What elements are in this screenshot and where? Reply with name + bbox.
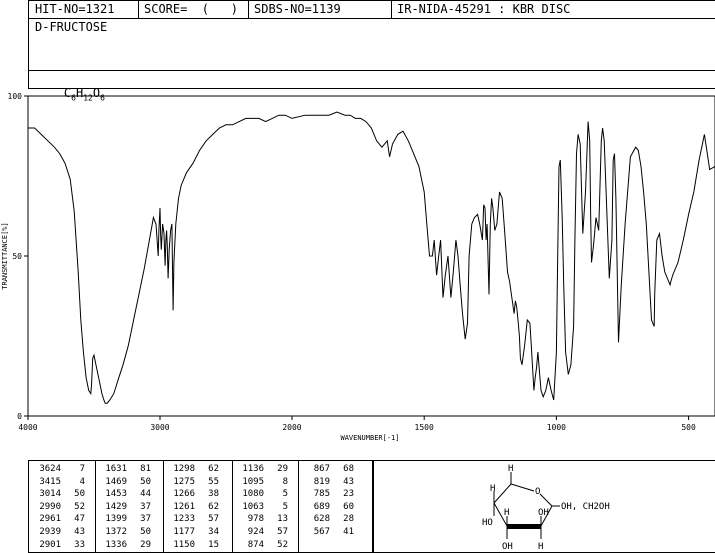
peak-transmittance: 37	[140, 501, 151, 512]
table-column-divider	[95, 461, 96, 552]
y-tick-label: 50	[12, 252, 22, 261]
peak-transmittance: 4	[79, 476, 85, 487]
peak-wavenumber: 3014	[39, 489, 61, 500]
peak-wavenumber: 874	[247, 539, 264, 550]
peak-transmittance: 34	[208, 527, 219, 537]
peak-wavenumber: 567	[313, 527, 330, 537]
peak-transmittance: 52	[277, 539, 288, 550]
peak-transmittance: 33	[74, 539, 85, 550]
peak-wavenumber: 1095	[242, 476, 264, 487]
substituent-label: OH, CH2OH	[561, 502, 610, 512]
peak-wavenumber: 1150	[173, 539, 195, 550]
peak-transmittance: 43	[74, 527, 85, 537]
peak-transmittance: 57	[208, 514, 219, 525]
peak-wavenumber: 1298	[173, 464, 195, 474]
y-tick-label: 100	[8, 92, 23, 101]
peak-transmittance: 60	[343, 501, 354, 512]
peak-transmittance: 5	[282, 501, 288, 512]
peak-wavenumber: 1266	[173, 489, 195, 500]
ring-bold-bond	[507, 524, 541, 529]
peak-transmittance: 8	[282, 476, 288, 487]
peak-transmittance: 29	[140, 539, 151, 550]
peak-wavenumber: 2990	[39, 501, 61, 512]
peak-transmittance: 47	[74, 514, 85, 525]
peak-wavenumber: 1336	[105, 539, 127, 550]
structure-box: H O OH, CH2OH H HO H OH OH H	[373, 460, 715, 553]
peak-wavenumber: 1275	[173, 476, 195, 487]
peak-transmittance: 7	[79, 464, 85, 474]
peak-transmittance: 50	[140, 476, 151, 487]
peak-wavenumber: 1233	[173, 514, 195, 525]
spectrum-line	[28, 111, 715, 404]
peak-wavenumber: 785	[313, 489, 330, 500]
peak-table: 3624 7 3415 4 3014 50 2990 52 2961 47 2939 43 2901 33…	[28, 460, 373, 553]
peak-transmittance: 50	[140, 527, 151, 537]
peak-wavenumber: 689	[313, 501, 330, 512]
atom-oh-bottom: OH	[502, 542, 513, 552]
y-tick-label: 0	[17, 412, 22, 421]
atom-h-top: H	[508, 464, 513, 474]
peak-transmittance: 13	[277, 514, 288, 525]
peak-transmittance: 57	[277, 527, 288, 537]
peak-transmittance: 52	[74, 501, 85, 512]
peak-wavenumber: 1177	[173, 527, 195, 537]
atom-ho: HO	[482, 518, 493, 528]
x-tick-label: 4000	[18, 423, 37, 432]
peak-transmittance: 15	[208, 539, 219, 550]
table-column-divider	[298, 461, 299, 552]
table-column-divider	[163, 461, 164, 552]
x-axis-label: WAVENUMBER[-1]	[340, 434, 399, 442]
peak-wavenumber: 1453	[105, 489, 127, 500]
peak-wavenumber: 3624	[39, 464, 61, 474]
table-column-divider	[232, 461, 233, 552]
peak-wavenumber: 1080	[242, 489, 264, 500]
peak-wavenumber: 2939	[39, 527, 61, 537]
peak-wavenumber: 1429	[105, 501, 127, 512]
peak-transmittance: 23	[343, 489, 354, 500]
plot-frame	[27, 95, 715, 417]
peak-transmittance: 68	[343, 464, 354, 474]
peak-transmittance: 5	[282, 489, 288, 500]
peak-wavenumber: 1631	[105, 464, 127, 474]
atom-h-inner: H	[504, 508, 509, 518]
x-tick-label: 3000	[150, 423, 169, 432]
peak-wavenumber: 867	[313, 464, 330, 474]
peak-wavenumber: 924	[247, 527, 264, 537]
peak-wavenumber: 1136	[242, 464, 264, 474]
x-tick-label: 1500	[415, 423, 434, 432]
peak-wavenumber: 1261	[173, 501, 195, 512]
peak-wavenumber: 3415	[39, 476, 61, 487]
atom-oh-inner: OH	[538, 508, 549, 518]
peak-wavenumber: 2901	[39, 539, 61, 550]
fructose-structure-drawing: H O OH, CH2OH H HO H OH OH H	[482, 464, 610, 552]
peak-transmittance: 55	[208, 476, 219, 487]
x-tick-label: 1000	[547, 423, 566, 432]
peak-transmittance: 50	[74, 489, 85, 500]
peak-wavenumber: 1372	[105, 527, 127, 537]
peak-transmittance: 43	[343, 476, 354, 487]
peak-transmittance: 37	[140, 514, 151, 525]
peak-transmittance: 62	[208, 501, 219, 512]
peak-transmittance: 81	[140, 464, 151, 474]
peak-transmittance: 29	[277, 464, 288, 474]
peak-wavenumber: 1399	[105, 514, 127, 525]
peak-wavenumber: 1063	[242, 501, 264, 512]
x-tick-label: 500	[681, 423, 696, 432]
atom-o-ring: O	[535, 487, 540, 497]
peak-transmittance: 28	[343, 514, 354, 525]
peak-transmittance: 38	[208, 489, 219, 500]
peak-transmittance: 62	[208, 464, 219, 474]
atom-h-bottom: H	[538, 542, 543, 552]
x-tick-label: 2000	[282, 423, 301, 432]
atom-h-left-top: H	[490, 484, 495, 494]
peak-wavenumber: 1469	[105, 476, 127, 487]
peak-transmittance: 44	[140, 489, 151, 500]
peak-wavenumber: 819	[313, 476, 330, 487]
y-axis-label: TRANSMITTANCE[%]	[1, 222, 9, 289]
peak-transmittance: 41	[343, 527, 354, 537]
ir-spectrum-chart: 4000 3000 2000 1500 1000 500 0 50 100 TRANSMITTA…	[1, 92, 715, 442]
peak-wavenumber: 978	[247, 514, 264, 525]
peak-wavenumber: 2961	[39, 514, 61, 525]
peak-wavenumber: 628	[313, 514, 330, 525]
